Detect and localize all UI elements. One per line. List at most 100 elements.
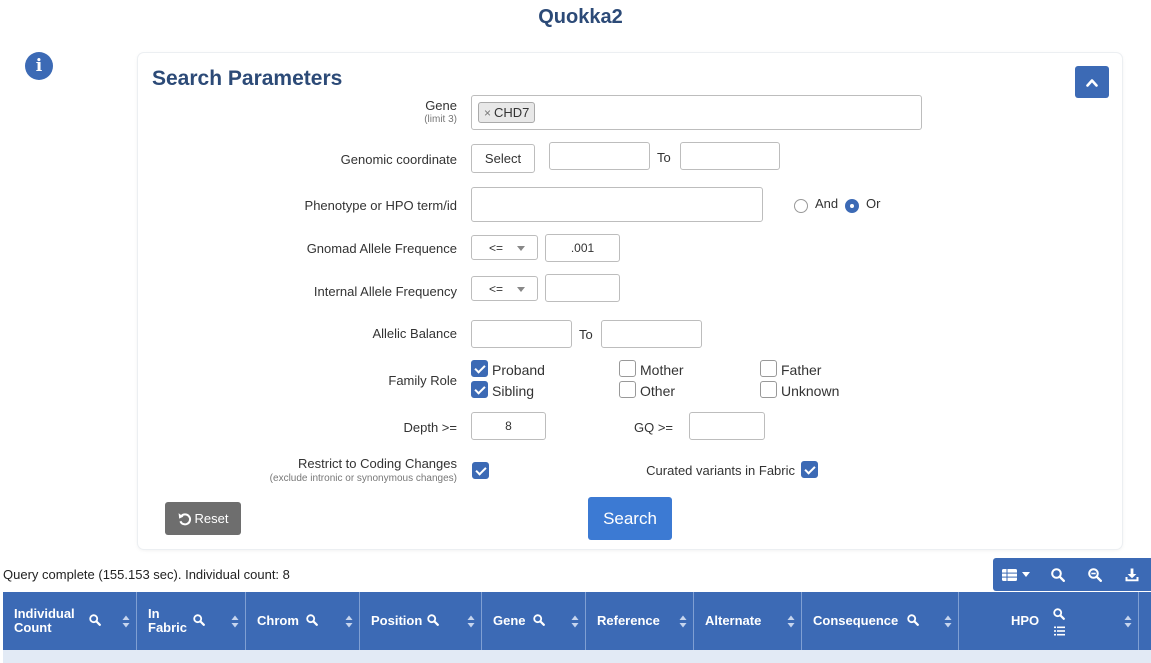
and-radio[interactable]	[794, 199, 808, 213]
depth-input[interactable]: 8	[471, 412, 546, 440]
column-header-label: Individual Count	[14, 606, 75, 635]
genomic-select-button[interactable]: Select	[471, 144, 535, 173]
collapse-button[interactable]	[1075, 66, 1109, 98]
allelic-balance-from-input[interactable]	[471, 320, 572, 348]
caret-down-icon	[517, 246, 525, 251]
genomic-end-input[interactable]	[680, 142, 780, 170]
proband-checkbox[interactable]	[471, 360, 488, 377]
column-search-icon[interactable]	[427, 614, 439, 626]
column-header[interactable]: Chrom	[246, 592, 360, 650]
sort-icon[interactable]	[122, 615, 130, 628]
column-search-icon[interactable]	[193, 614, 205, 626]
column-search-icon[interactable]	[907, 614, 919, 626]
sibling-checkbox[interactable]	[471, 381, 488, 398]
gene-label-text: Gene	[425, 98, 457, 113]
allelic-balance-label: Allelic Balance	[372, 326, 457, 341]
unknown-label: Unknown	[781, 383, 840, 399]
column-search-icon[interactable]	[533, 614, 545, 626]
coding-changes-label-text: Restrict to Coding Changes	[298, 456, 457, 471]
column-header[interactable]: Gene	[482, 592, 586, 650]
chevron-up-icon	[1086, 78, 1098, 87]
family-role-label: Family Role	[388, 373, 457, 388]
table-search-button[interactable]	[1039, 558, 1076, 591]
column-header[interactable]: Position	[360, 592, 482, 650]
gene-multiselect[interactable]: × CHD7	[471, 95, 922, 130]
gene-limit-note: (limit 3)	[424, 114, 457, 125]
column-header-label: Chrom	[257, 613, 299, 628]
gnomad-af-input[interactable]: .001	[545, 234, 620, 262]
column-search-icon[interactable]	[306, 614, 318, 626]
reset-label: Reset	[194, 511, 229, 526]
gene-label: Gene (limit 3)	[347, 99, 457, 127]
sort-icon[interactable]	[345, 615, 353, 628]
column-header-label: Position	[371, 613, 423, 628]
search-parameters-panel: Search Parameters Gene (limit 3) × CHD7 …	[138, 53, 1122, 549]
app-title: Quokka2	[538, 6, 623, 28]
or-radio-label: Or	[866, 196, 881, 211]
info-icon[interactable]: i	[25, 52, 53, 80]
column-header-label: Gene	[493, 613, 526, 628]
column-header[interactable]: HPO	[959, 592, 1139, 650]
search-button[interactable]: Search	[588, 497, 672, 540]
gene-tag: × CHD7	[478, 102, 536, 123]
zoom-out-button[interactable]	[1076, 558, 1113, 591]
column-search-icon[interactable]	[1053, 608, 1065, 620]
magnifier-icon	[1050, 567, 1065, 582]
and-radio-label: And	[815, 196, 839, 211]
depth-label: Depth >=	[403, 420, 458, 435]
internal-af-input[interactable]	[545, 274, 620, 302]
table-row	[3, 650, 1151, 663]
table-toolbar	[993, 558, 1151, 591]
zoom-out-icon	[1087, 567, 1102, 582]
download-icon	[1125, 568, 1139, 581]
unknown-checkbox[interactable]	[760, 381, 777, 398]
phenotype-label: Phenotype or HPO term/id	[304, 198, 457, 213]
query-status: Query complete (155.153 sec). Individual…	[3, 567, 290, 582]
column-header[interactable]: Alternate	[694, 592, 802, 650]
tag-remove-icon[interactable]: ×	[484, 106, 491, 120]
column-header-label: Reference	[597, 613, 660, 628]
other-label: Other	[640, 383, 676, 399]
mother-checkbox[interactable]	[619, 360, 636, 377]
column-header[interactable]: In Fabric	[137, 592, 246, 650]
column-header-label: Consequence	[813, 613, 899, 628]
caret-down-icon	[517, 287, 525, 292]
sort-icon[interactable]	[467, 615, 475, 628]
father-checkbox[interactable]	[760, 360, 777, 377]
or-radio[interactable]	[845, 199, 859, 213]
reset-button[interactable]: Reset	[165, 502, 241, 535]
panel-title: Search Parameters	[152, 67, 343, 90]
gene-tag-label: CHD7	[494, 105, 530, 120]
coding-changes-label: Restrict to Coding Changes (exclude intr…	[218, 456, 457, 486]
column-search-icon[interactable]	[89, 614, 101, 626]
genomic-start-input[interactable]	[549, 142, 650, 170]
sort-icon[interactable]	[944, 615, 952, 628]
column-visibility-button[interactable]	[993, 558, 1039, 591]
gnomad-operator-select[interactable]: <=	[471, 235, 538, 260]
sort-icon[interactable]	[1124, 615, 1132, 628]
allelic-to-label: To	[579, 327, 593, 342]
column-header-label: HPO	[1011, 613, 1040, 628]
sort-icon[interactable]	[231, 615, 239, 628]
curated-variants-checkbox[interactable]	[801, 461, 818, 478]
genomic-coordinate-label: Genomic coordinate	[340, 152, 457, 167]
column-header[interactable]: Individual Count	[3, 592, 137, 650]
proband-label: Proband	[492, 362, 545, 378]
other-checkbox[interactable]	[619, 381, 636, 398]
sort-icon[interactable]	[571, 615, 579, 628]
internal-operator-select[interactable]: <=	[471, 276, 538, 301]
allelic-balance-to-input[interactable]	[601, 320, 702, 348]
column-header[interactable]: Reference	[586, 592, 694, 650]
father-label: Father	[781, 362, 822, 378]
list-icon[interactable]	[1054, 626, 1065, 636]
column-header[interactable]: Consequence	[802, 592, 959, 650]
coding-changes-checkbox[interactable]	[472, 462, 489, 479]
column-header-label: In Fabric	[148, 606, 188, 635]
gq-label: GQ >=	[634, 420, 674, 435]
download-button[interactable]	[1113, 558, 1151, 591]
phenotype-input[interactable]	[471, 187, 763, 222]
sort-icon[interactable]	[787, 615, 795, 628]
gq-input[interactable]	[689, 412, 765, 440]
sibling-label: Sibling	[492, 383, 535, 399]
sort-icon[interactable]	[679, 615, 687, 628]
